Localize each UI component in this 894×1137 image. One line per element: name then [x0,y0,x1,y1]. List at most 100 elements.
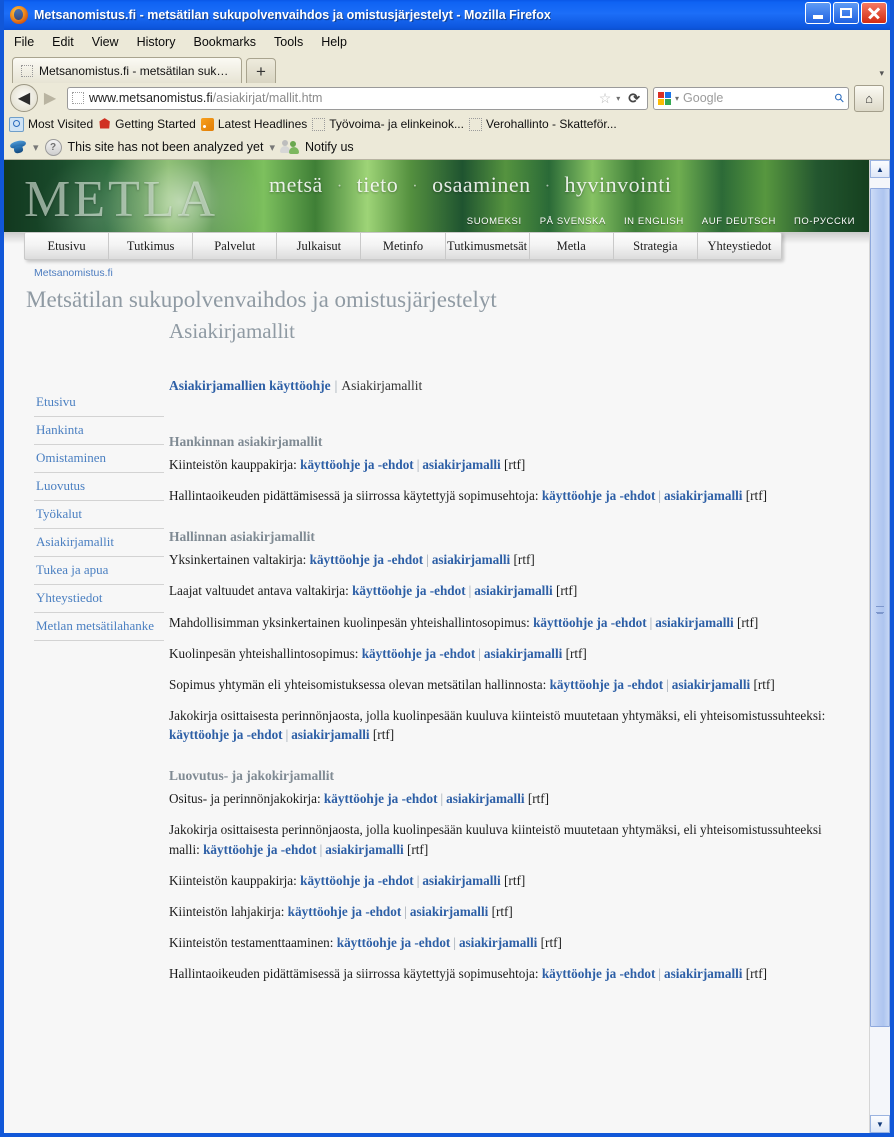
nav-tab-metinfo[interactable]: Metinfo [361,233,446,259]
bookmark-star-icon[interactable]: ☆ [599,90,612,107]
notify-us-link[interactable]: Notify us [305,140,354,154]
reload-icon[interactable]: ⟳ [625,90,643,107]
back-button[interactable]: ◀ [10,84,38,112]
doc-guide-link[interactable]: käyttöohje ja -ehdot [300,873,414,888]
wot-chevron-down-icon[interactable]: ▾ [33,141,39,154]
doc-model-link[interactable]: asiakirjamalli [325,842,403,857]
doc-model-link[interactable]: asiakirjamalli [664,488,742,503]
nav-tab-julkaisut[interactable]: Julkaisut [277,233,362,259]
lang-suomeksi[interactable]: SUOMEKSI [467,216,522,227]
slogan-word-1: metsä [269,172,323,197]
sidebar-item-asiakirjamallit[interactable]: Asiakirjamallit [34,529,164,557]
address-bar[interactable]: www.metsanomistus.fi/asiakirjat/mallit.h… [67,86,648,110]
nav-tab-yhteystiedot[interactable]: Yhteystiedot [698,233,781,259]
doc-guide-link[interactable]: käyttöohje ja -ehdot [352,583,466,598]
doc-model-link[interactable]: asiakirjamalli [655,615,733,630]
doc-model-link[interactable]: asiakirjamalli [474,583,552,598]
breadcrumb[interactable]: Metsanomistus.fi [4,262,869,279]
tab-list-chevron-down-icon[interactable]: ▾ [879,68,884,79]
nav-tab-strategia[interactable]: Strategia [614,233,698,259]
lang-in-english[interactable]: IN ENGLISH [624,216,684,227]
bookmark-getting-started[interactable]: Getting Started [98,117,196,131]
bookmark-latest-headlines[interactable]: Latest Headlines [200,117,307,131]
nav-tab-tutkimusmetsat[interactable]: Tutkimusmetsät [446,233,530,259]
close-button[interactable] [861,2,887,24]
generic-bookmark-icon [468,117,482,131]
doc-row: Ositus- ja perinnönjakokirja: käyttöohje… [169,789,839,808]
star-chevron-down-icon[interactable]: ▾ [616,94,620,103]
doc-guide-link[interactable]: käyttöohje ja -ehdot [362,646,476,661]
lang-po-russki[interactable]: ПО-РУССКИ [794,216,855,227]
nav-tab-etusivu[interactable]: Etusivu [25,233,110,259]
menu-edit[interactable]: Edit [52,35,74,49]
scroll-up-button[interactable]: ▲ [870,160,890,178]
bookmark-most-visited[interactable]: Most Visited [9,116,93,132]
slogan-dot: · [544,177,551,195]
home-button[interactable]: ⌂ [854,84,884,112]
doc-model-link[interactable]: asiakirjamalli [422,457,500,472]
scrollbar-track[interactable] [870,178,890,1115]
page-scrollbar[interactable]: ▲ ▼ [869,160,890,1133]
menu-bookmarks[interactable]: Bookmarks [193,35,256,49]
bookmark-verohallinto[interactable]: Verohallinto - Skatteför... [468,117,617,131]
doc-model-link[interactable]: asiakirjamalli [446,791,524,806]
bookmark-tyovoima[interactable]: Työvoima- ja elinkeinok... [312,117,464,131]
menu-help[interactable]: Help [321,35,347,49]
doc-guide-link[interactable]: käyttöohje ja -ehdot [324,791,438,806]
menu-view[interactable]: View [92,35,119,49]
doc-model-link[interactable]: asiakirjamalli [410,904,488,919]
sidebar-item-luovutus[interactable]: Luovutus [34,473,164,501]
sidebar-item-etusivu[interactable]: Etusivu [34,389,164,417]
doc-model-link[interactable]: asiakirjamalli [484,646,562,661]
doc-guide-link[interactable]: käyttöohje ja -ehdot [550,677,664,692]
doc-guide-link[interactable]: käyttöohje ja -ehdot [203,842,317,857]
wot-icon[interactable] [10,140,27,154]
maximize-button[interactable] [833,2,859,24]
doc-model-link[interactable]: asiakirjamalli [459,935,537,950]
nav-tab-tutkimus[interactable]: Tutkimus [109,233,194,259]
doc-format: [rtf] [513,552,535,568]
asiakirjamallien-kayttoohje-link[interactable]: Asiakirjamallien käyttöohje [169,378,331,393]
lang-pa-svenska[interactable]: PÅ SVENSKA [540,216,606,227]
sidebar-item-omistaminen[interactable]: Omistaminen [34,445,164,473]
doc-model-link[interactable]: asiakirjamalli [664,966,742,981]
doc-guide-link[interactable]: käyttöohje ja -ehdot [169,727,283,742]
wot-status-chevron-icon[interactable]: ▾ [270,141,276,154]
doc-model-link[interactable]: asiakirjamalli [432,552,510,567]
scrollbar-thumb[interactable] [870,188,890,1027]
sidebar-item-metlan-metsatilahanke[interactable]: Metlan metsätilahanke [34,613,164,641]
doc-guide-link[interactable]: käyttöohje ja -ehdot [288,904,402,919]
doc-model-link[interactable]: asiakirjamalli [672,677,750,692]
doc-model-link[interactable]: asiakirjamalli [291,727,369,742]
new-tab-button[interactable]: + [246,58,276,83]
sidebar-item-tukea-ja-apua[interactable]: Tukea ja apua [34,557,164,585]
doc-group-hankinnan: Hankinnan asiakirjamallit Kiinteistön ka… [169,434,839,505]
doc-guide-link[interactable]: käyttöohje ja -ehdot [310,552,424,567]
sidebar-item-yhteystiedot[interactable]: Yhteystiedot [34,585,164,613]
nav-tab-metla[interactable]: Metla [530,233,614,259]
minimize-button[interactable] [805,2,831,24]
doc-guide-link[interactable]: käyttöohje ja -ehdot [533,615,647,630]
scroll-down-button[interactable]: ▼ [870,1115,890,1133]
doc-guide-link[interactable]: käyttöohje ja -ehdot [542,966,656,981]
search-magnifier-icon[interactable]: ⚲ [832,90,848,106]
metla-logo[interactable]: METLA [24,174,218,226]
doc-model-link[interactable]: asiakirjamalli [422,873,500,888]
doc-guide-link[interactable]: käyttöohje ja -ehdot [337,935,451,950]
doc-guide-link[interactable]: käyttöohje ja -ehdot [300,457,414,472]
doc-row: Kiinteistön kauppakirja: käyttöohje ja -… [169,871,839,890]
lang-auf-deutsch[interactable]: AUF DEUTSCH [702,216,776,227]
nav-tab-palvelut[interactable]: Palvelut [193,233,278,259]
menu-file[interactable]: File [14,35,34,49]
browser-tab-active[interactable]: Metsanomistus.fi - metsätilan suku... [12,57,242,83]
sidebar-item-tyokalut[interactable]: Työkalut [34,501,164,529]
search-engine-chevron-down-icon[interactable]: ▾ [675,94,679,103]
forward-button[interactable]: ▶ [38,85,62,111]
menu-tools[interactable]: Tools [274,35,303,49]
menu-history[interactable]: History [137,35,176,49]
sidebar-item-hankinta[interactable]: Hankinta [34,417,164,445]
doc-guide-link[interactable]: käyttöohje ja -ehdot [542,488,656,503]
search-input[interactable]: Google [683,91,723,105]
doc-label: Kiinteistön kauppakirja: [169,457,297,472]
search-bar[interactable]: ▾ Google ⚲ [653,86,849,110]
